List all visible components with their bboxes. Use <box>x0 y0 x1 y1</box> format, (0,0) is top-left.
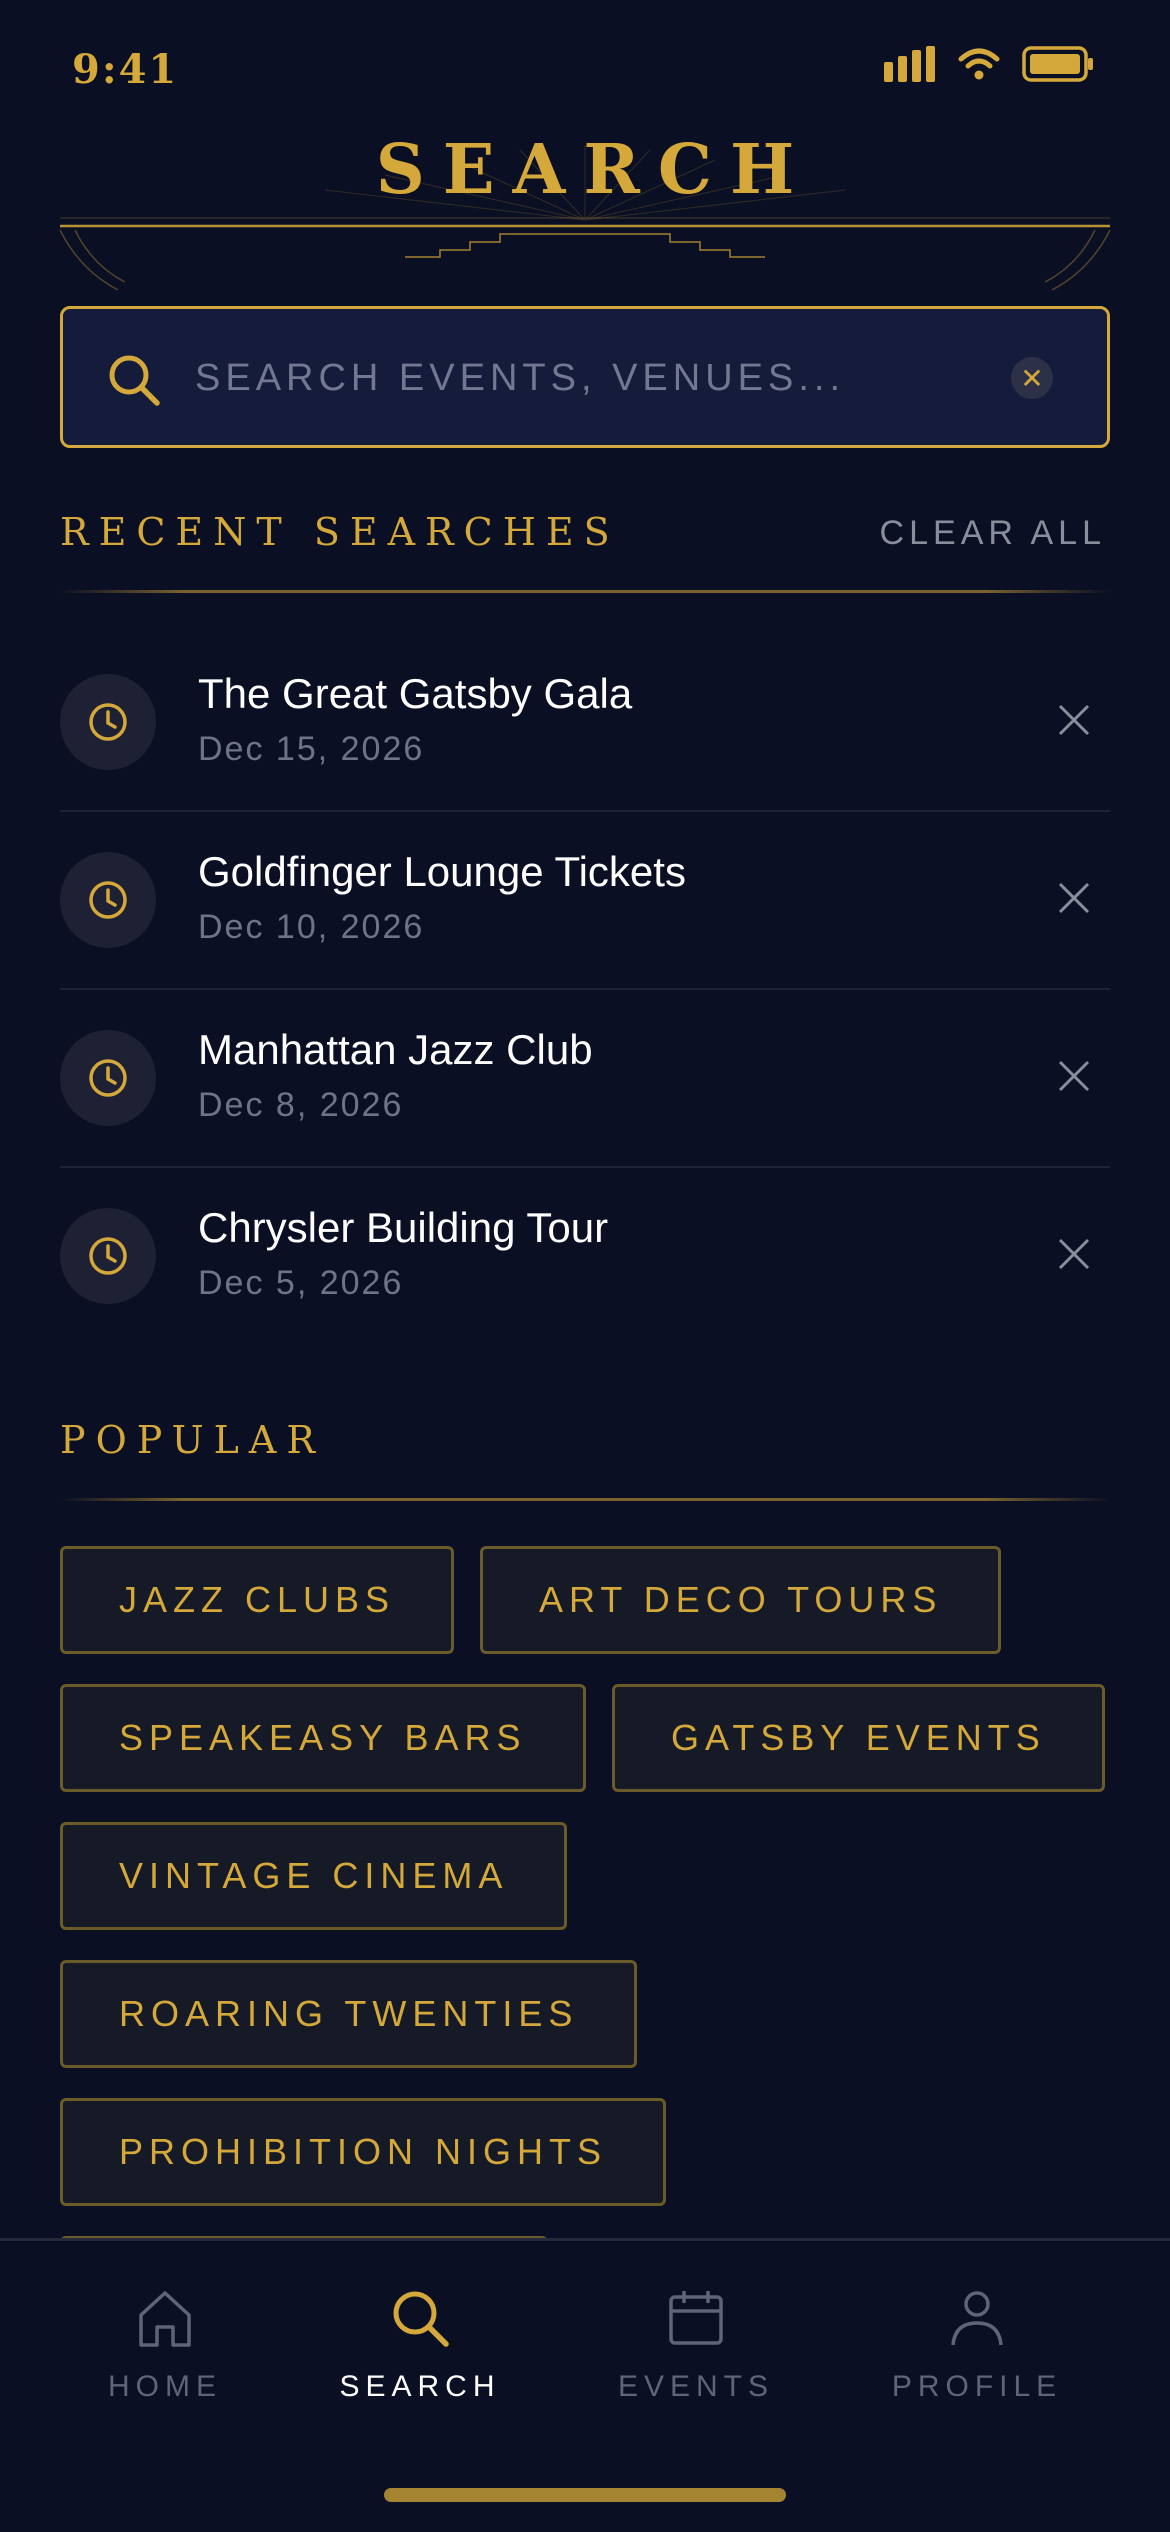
popular-chip[interactable]: JAZZ CLUBS <box>60 1546 455 1654</box>
wifi-icon <box>958 48 1000 80</box>
battery-icon <box>1022 46 1093 82</box>
status-time: 9:41 <box>72 46 179 93</box>
recent-search-title: Manhattan Jazz Club <box>198 1026 593 1073</box>
search-icon <box>109 355 160 406</box>
calendar-icon <box>669 2291 723 2345</box>
popular-chip[interactable]: VINTAGE CINEMA <box>60 1822 568 1930</box>
history-clock-icon <box>60 1208 156 1304</box>
tab-search[interactable]: SEARCH <box>295 2287 545 2404</box>
popular-chip[interactable]: ART DECO TOURS <box>480 1546 1002 1654</box>
tab-home-label: HOME <box>108 2370 222 2403</box>
search-input[interactable] <box>195 343 1015 413</box>
recent-search-item[interactable]: Chrysler Building Tour Dec 5, 2026 <box>60 1168 1110 1346</box>
tab-home[interactable]: HOME <box>40 2287 290 2404</box>
recent-search-date: Dec 8, 2026 <box>198 1086 404 1124</box>
section-divider <box>60 590 1110 593</box>
search-screen: 9:41 SEARCH SEARCH EVENTS, VENUES... ✕ R… <box>0 0 1170 2532</box>
tab-profile[interactable]: PROFILE <box>852 2287 1102 2404</box>
history-clock-icon <box>60 674 156 770</box>
recent-search-date: Dec 15, 2026 <box>198 730 425 768</box>
popular-chip[interactable]: ROARING TWENTIES <box>60 1960 638 2068</box>
popular-heading: POPULAR <box>60 1418 325 1462</box>
recent-search-item[interactable]: Manhattan Jazz Club Dec 8, 2026 <box>60 990 1110 1168</box>
popular-chip[interactable]: GATSBY EVENTS <box>612 1684 1105 1792</box>
search-icon <box>393 2291 449 2347</box>
remove-close-icon[interactable] <box>1054 878 1094 918</box>
popular-chip[interactable]: SPEAKEASY BARS <box>60 1684 586 1792</box>
popular-chip[interactable]: PROHIBITION NIGHTS <box>60 2098 667 2206</box>
history-clock-icon <box>60 852 156 948</box>
history-clock-icon <box>60 1030 156 1126</box>
home-icon <box>139 2291 191 2347</box>
search-bar[interactable]: ✕ <box>60 306 1110 448</box>
section-divider <box>60 1498 1110 1501</box>
signal-icon <box>884 46 935 82</box>
tab-events[interactable]: EVENTS <box>571 2287 821 2404</box>
clear-all-button[interactable]: CLEAR ALL <box>880 514 1106 553</box>
clear-search-icon[interactable]: ✕ <box>1011 357 1053 399</box>
remove-close-icon[interactable] <box>1054 700 1094 740</box>
recent-search-item[interactable]: Goldfinger Lounge Tickets Dec 10, 2026 <box>60 812 1110 990</box>
recent-search-date: Dec 5, 2026 <box>198 1264 404 1302</box>
user-icon <box>951 2291 1003 2346</box>
status-icons <box>884 46 1094 82</box>
remove-close-icon[interactable] <box>1054 1234 1094 1274</box>
recent-search-title: Chrysler Building Tour <box>198 1204 609 1251</box>
remove-close-icon[interactable] <box>1054 1056 1094 1096</box>
tab-events-label: EVENTS <box>617 2370 775 2403</box>
recent-search-title: The Great Gatsby Gala <box>198 670 633 717</box>
recent-search-title: Goldfinger Lounge Tickets <box>198 848 686 895</box>
page-title: SEARCH <box>375 130 813 210</box>
recent-searches-heading: RECENT SEARCHES <box>60 510 620 554</box>
recent-search-item[interactable]: The Great Gatsby Gala Dec 15, 2026 <box>60 634 1110 812</box>
recent-search-date: Dec 10, 2026 <box>198 908 425 946</box>
tab-profile-label: PROFILE <box>891 2370 1063 2403</box>
tab-search-label: SEARCH <box>339 2370 501 2403</box>
home-indicator[interactable] <box>384 2488 786 2502</box>
